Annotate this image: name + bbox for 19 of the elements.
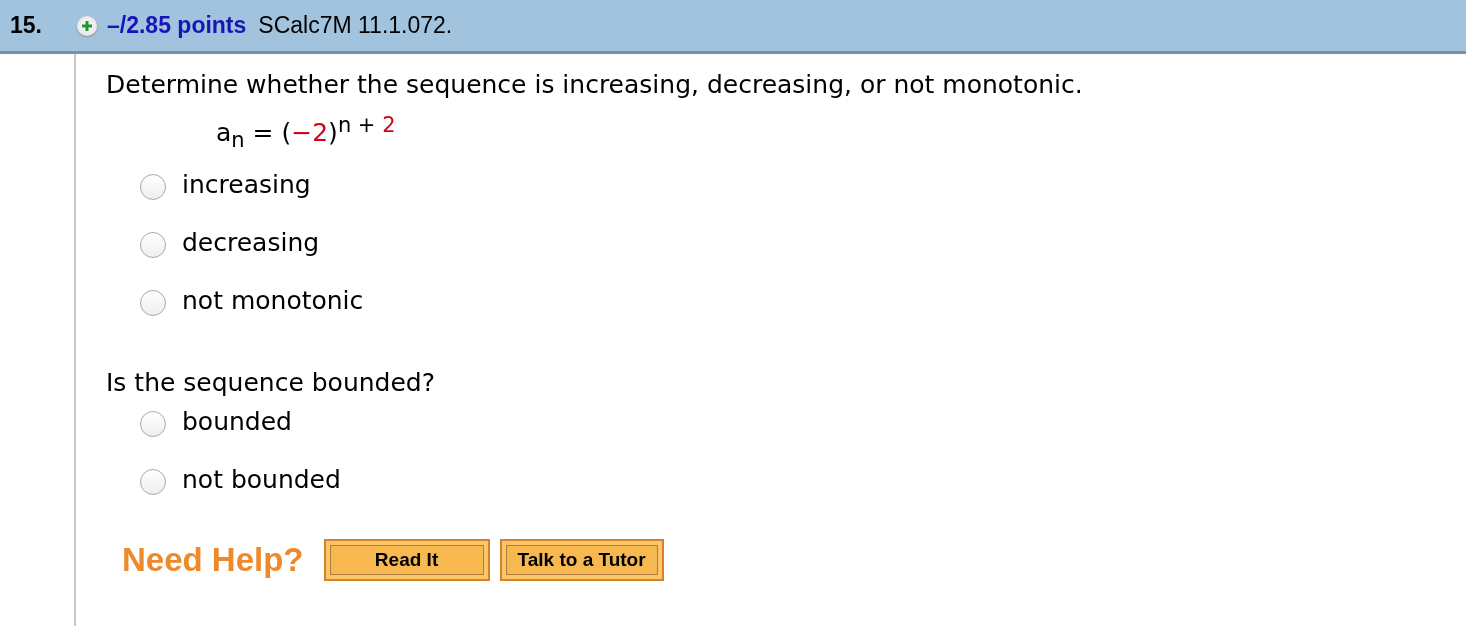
question-text: Determine whether the sequence is increasing, decreasing, or not monotonic. [106, 70, 1083, 99]
radio-button[interactable] [140, 232, 166, 259]
option-label[interactable]: not bounded [182, 464, 341, 494]
problem-code: SCalc7M 11.1.072. [258, 12, 453, 39]
radio-button[interactable] [140, 411, 166, 438]
option-label[interactable]: decreasing [182, 227, 320, 257]
help-button[interactable]: Read It [323, 539, 490, 582]
question-text: Is the sequence bounded? [106, 368, 436, 398]
radio-button[interactable] [140, 174, 166, 201]
option-label[interactable]: increasing [182, 169, 311, 199]
plus-icon[interactable] [77, 15, 97, 36]
question-number: 15. [10, 12, 43, 39]
help-button[interactable]: Talk to a Tutor [499, 539, 664, 582]
need-help-label: Need Help? [122, 541, 304, 580]
radio-button[interactable] [140, 469, 166, 496]
radio-button[interactable] [140, 290, 166, 317]
option-label[interactable]: bounded [182, 406, 292, 436]
option-label[interactable]: not monotonic [182, 285, 364, 315]
points-label: –/2.85 points [107, 12, 247, 39]
